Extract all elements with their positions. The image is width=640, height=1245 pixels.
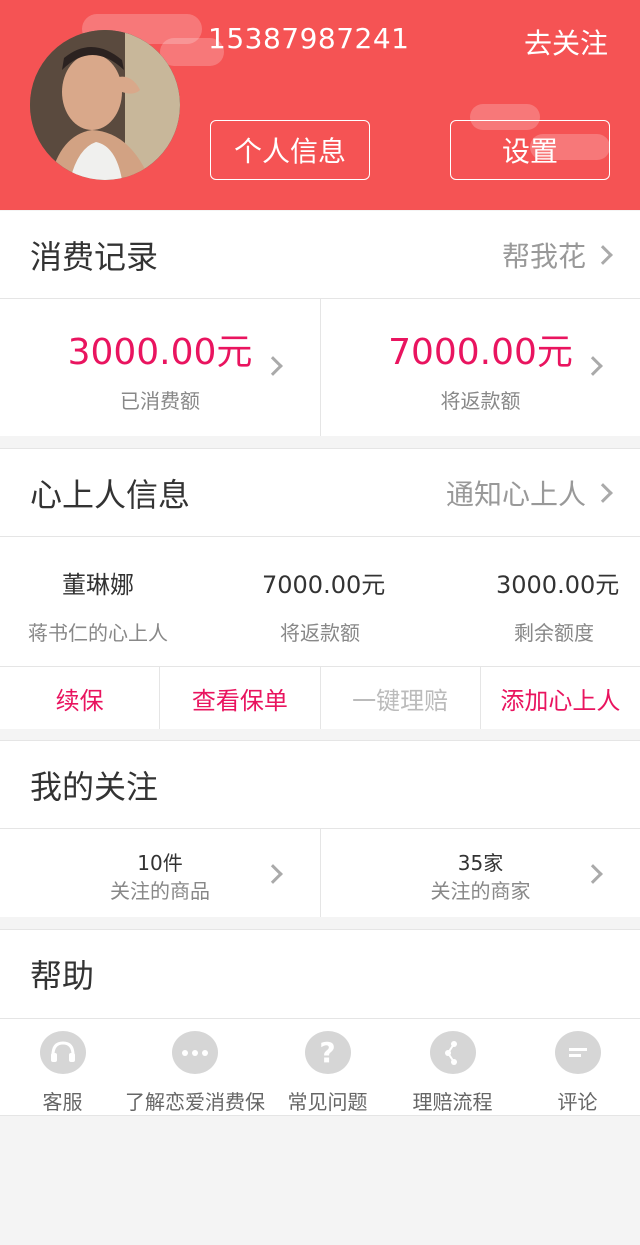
followed-goods-cell[interactable]: 10件 关注的商品 [0,829,320,917]
question-icon: ? [304,1031,351,1074]
add-sweetheart-button[interactable]: 添加心上人 [479,667,640,729]
help-title: 帮助 [30,957,95,995]
sweetheart-actions: 续保 查看保单 一键理赔 添加心上人 [0,667,640,729]
help-me-spend-link[interactable]: 帮我花 [501,235,613,275]
follow-card: 我的关注 10件 关注的商品 35家 关注的商家 [0,740,640,917]
view-policy-button[interactable]: 查看保单 [159,667,319,729]
chevron-right-icon [593,244,613,265]
refund-label: 将返款额 [440,389,521,413]
settings-button[interactable]: 设置 [450,120,610,180]
consumption-title: 消费记录 [30,237,159,276]
sweetheart-name-label: 蒋书仁的心上人 [28,621,168,645]
sweetheart-header: 心上人信息 通知心上人 [0,449,640,537]
avatar-image [30,30,180,180]
tab-label: 理赔流程 [412,1090,493,1114]
tab-label: 了解恋爱消费保 [125,1090,265,1114]
headset-icon [39,1031,86,1074]
sweetheart-card: 心上人信息 通知心上人 董琳娜 蒋书仁的心上人 7000.00元 将返款额 30… [0,448,640,729]
followed-shops-cell[interactable]: 35家 关注的商家 [319,829,640,917]
phone-number: 15387987241 [208,22,410,55]
avatar[interactable] [30,30,180,180]
chevron-right-icon [593,482,613,503]
tab-about[interactable]: 了解恋爱消费保 [125,1019,265,1115]
follow-summary: 10件 关注的商品 35家 关注的商家 [0,829,640,917]
help-header: 帮助 [0,930,640,1018]
refund-amount-cell[interactable]: 7000.00元 将返款额 [319,299,640,436]
notify-sweetheart-label: 通知心上人 [445,477,586,511]
tab-comments[interactable]: 评论 [515,1019,640,1115]
help-me-spend-label: 帮我花 [501,239,586,273]
tab-label: 评论 [557,1090,598,1114]
consumption-header: 消费记录 帮我花 [0,211,640,299]
consumption-card: 消费记录 帮我花 3000.00元 已消费额 7000.00元 将返款额 [0,211,640,436]
profile-header: 15387987241 去关注 个人信息 设置 [0,0,640,210]
sweetheart-name: 董琳娜 [62,571,134,599]
sweetheart-details: 董琳娜 蒋书仁的心上人 7000.00元 将返款额 3000.00元 剩余额度 [0,537,640,667]
sweetheart-remaining-label: 剩余额度 [514,621,594,645]
help-card: 帮助 [0,929,640,1018]
profile-info-button[interactable]: 个人信息 [210,120,370,180]
one-click-claim-button[interactable]: 一键理赔 [319,667,480,729]
notify-sweetheart-link[interactable]: 通知心上人 [445,473,613,513]
sweetheart-refund-label: 将返款额 [280,621,360,645]
tab-label: 常见问题 [287,1090,368,1114]
sweetheart-title: 心上人信息 [30,475,191,514]
sweetheart-refund-amount: 7000.00元 [262,571,386,599]
more-dots-icon [172,1031,218,1074]
tab-label: 客服 [42,1090,83,1114]
comment-icon [554,1031,601,1074]
renew-button[interactable]: 续保 [0,667,159,729]
follow-link[interactable]: 去关注 [524,22,608,62]
tab-customer-service[interactable]: 客服 [0,1019,125,1115]
spent-amount-cell[interactable]: 3000.00元 已消费额 [0,299,320,436]
consumption-summary: 3000.00元 已消费额 7000.00元 将返款额 [0,299,640,436]
spent-label: 已消费额 [120,389,200,413]
tab-faq[interactable]: ? 常见问题 [265,1019,390,1115]
help-tabbar: 客服 了解恋爱消费保 ? 常见问题 理赔流程 评论 [0,1018,640,1116]
sweetheart-remaining-amount: 3000.00元 [496,571,620,599]
flow-icon [429,1031,476,1074]
follow-header: 我的关注 [0,741,640,829]
tab-claim-process[interactable]: 理赔流程 [390,1019,515,1115]
follow-title: 我的关注 [30,767,159,806]
